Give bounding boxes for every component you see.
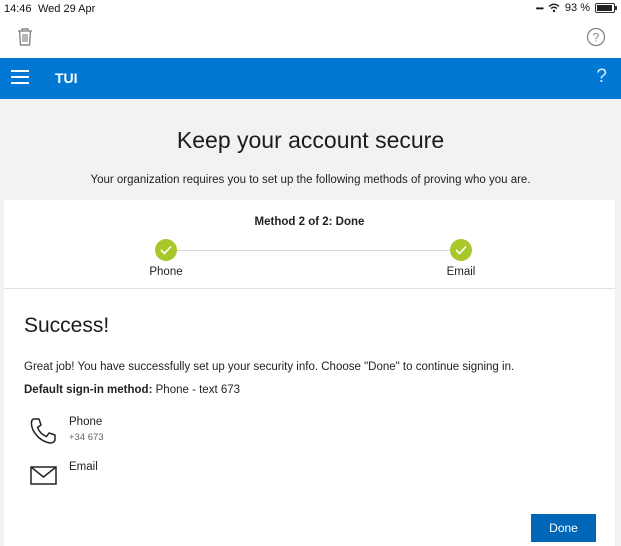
done-button[interactable]: Done [531, 514, 596, 542]
success-title: Success! [24, 314, 110, 337]
signal-dots-icon: •••• [535, 3, 544, 13]
status-time: 14:46 [4, 3, 32, 15]
success-message: Great job! You have successfully set up … [24, 361, 515, 373]
status-right: •••• 93 % [535, 2, 617, 14]
battery-percent: 93 % [564, 2, 590, 14]
checkmark-icon [155, 239, 177, 261]
status-bar: 14:46 Wed 29 Apr •••• 93 % [0, 0, 621, 18]
step-phone: Phone [136, 239, 196, 278]
default-method: Default sign-in method: Phone - text 673 [24, 384, 240, 396]
help-circle-icon[interactable]: ? [586, 27, 606, 47]
svg-text:?: ? [593, 31, 600, 45]
envelope-icon [30, 466, 57, 485]
method-progress-text: Method 2 of 2: Done [254, 216, 365, 228]
top-toolbar: ? [0, 18, 621, 58]
page-subtitle: Your organization requires you to set up… [90, 174, 531, 186]
progress-card: Method 2 of 2: Done Phone Email [4, 200, 615, 289]
method-name: Phone [69, 416, 103, 428]
wifi-icon [548, 3, 560, 13]
method-name: Email [69, 461, 98, 473]
step-label: Phone [149, 266, 183, 278]
phone-icon [30, 418, 56, 444]
progress-line [164, 250, 458, 251]
status-date: Wed 29 Apr [38, 3, 96, 15]
step-label: Email [446, 266, 476, 278]
battery-icon [595, 3, 617, 13]
default-method-label: Default sign-in method: [24, 384, 153, 396]
trash-icon[interactable] [14, 26, 36, 48]
hamburger-menu-icon[interactable] [11, 70, 29, 86]
step-email: Email [431, 239, 491, 278]
app-header: TUI ? [0, 58, 621, 99]
default-method-value: Phone - text 673 [155, 384, 241, 396]
help-icon[interactable]: ? [596, 66, 607, 88]
app-title: TUI [55, 70, 78, 86]
success-card: Success! Great job! You have successfull… [4, 289, 615, 546]
page-title: Keep your account secure [176, 127, 445, 153]
method-detail: +34 673 [69, 432, 104, 443]
checkmark-icon [450, 239, 472, 261]
